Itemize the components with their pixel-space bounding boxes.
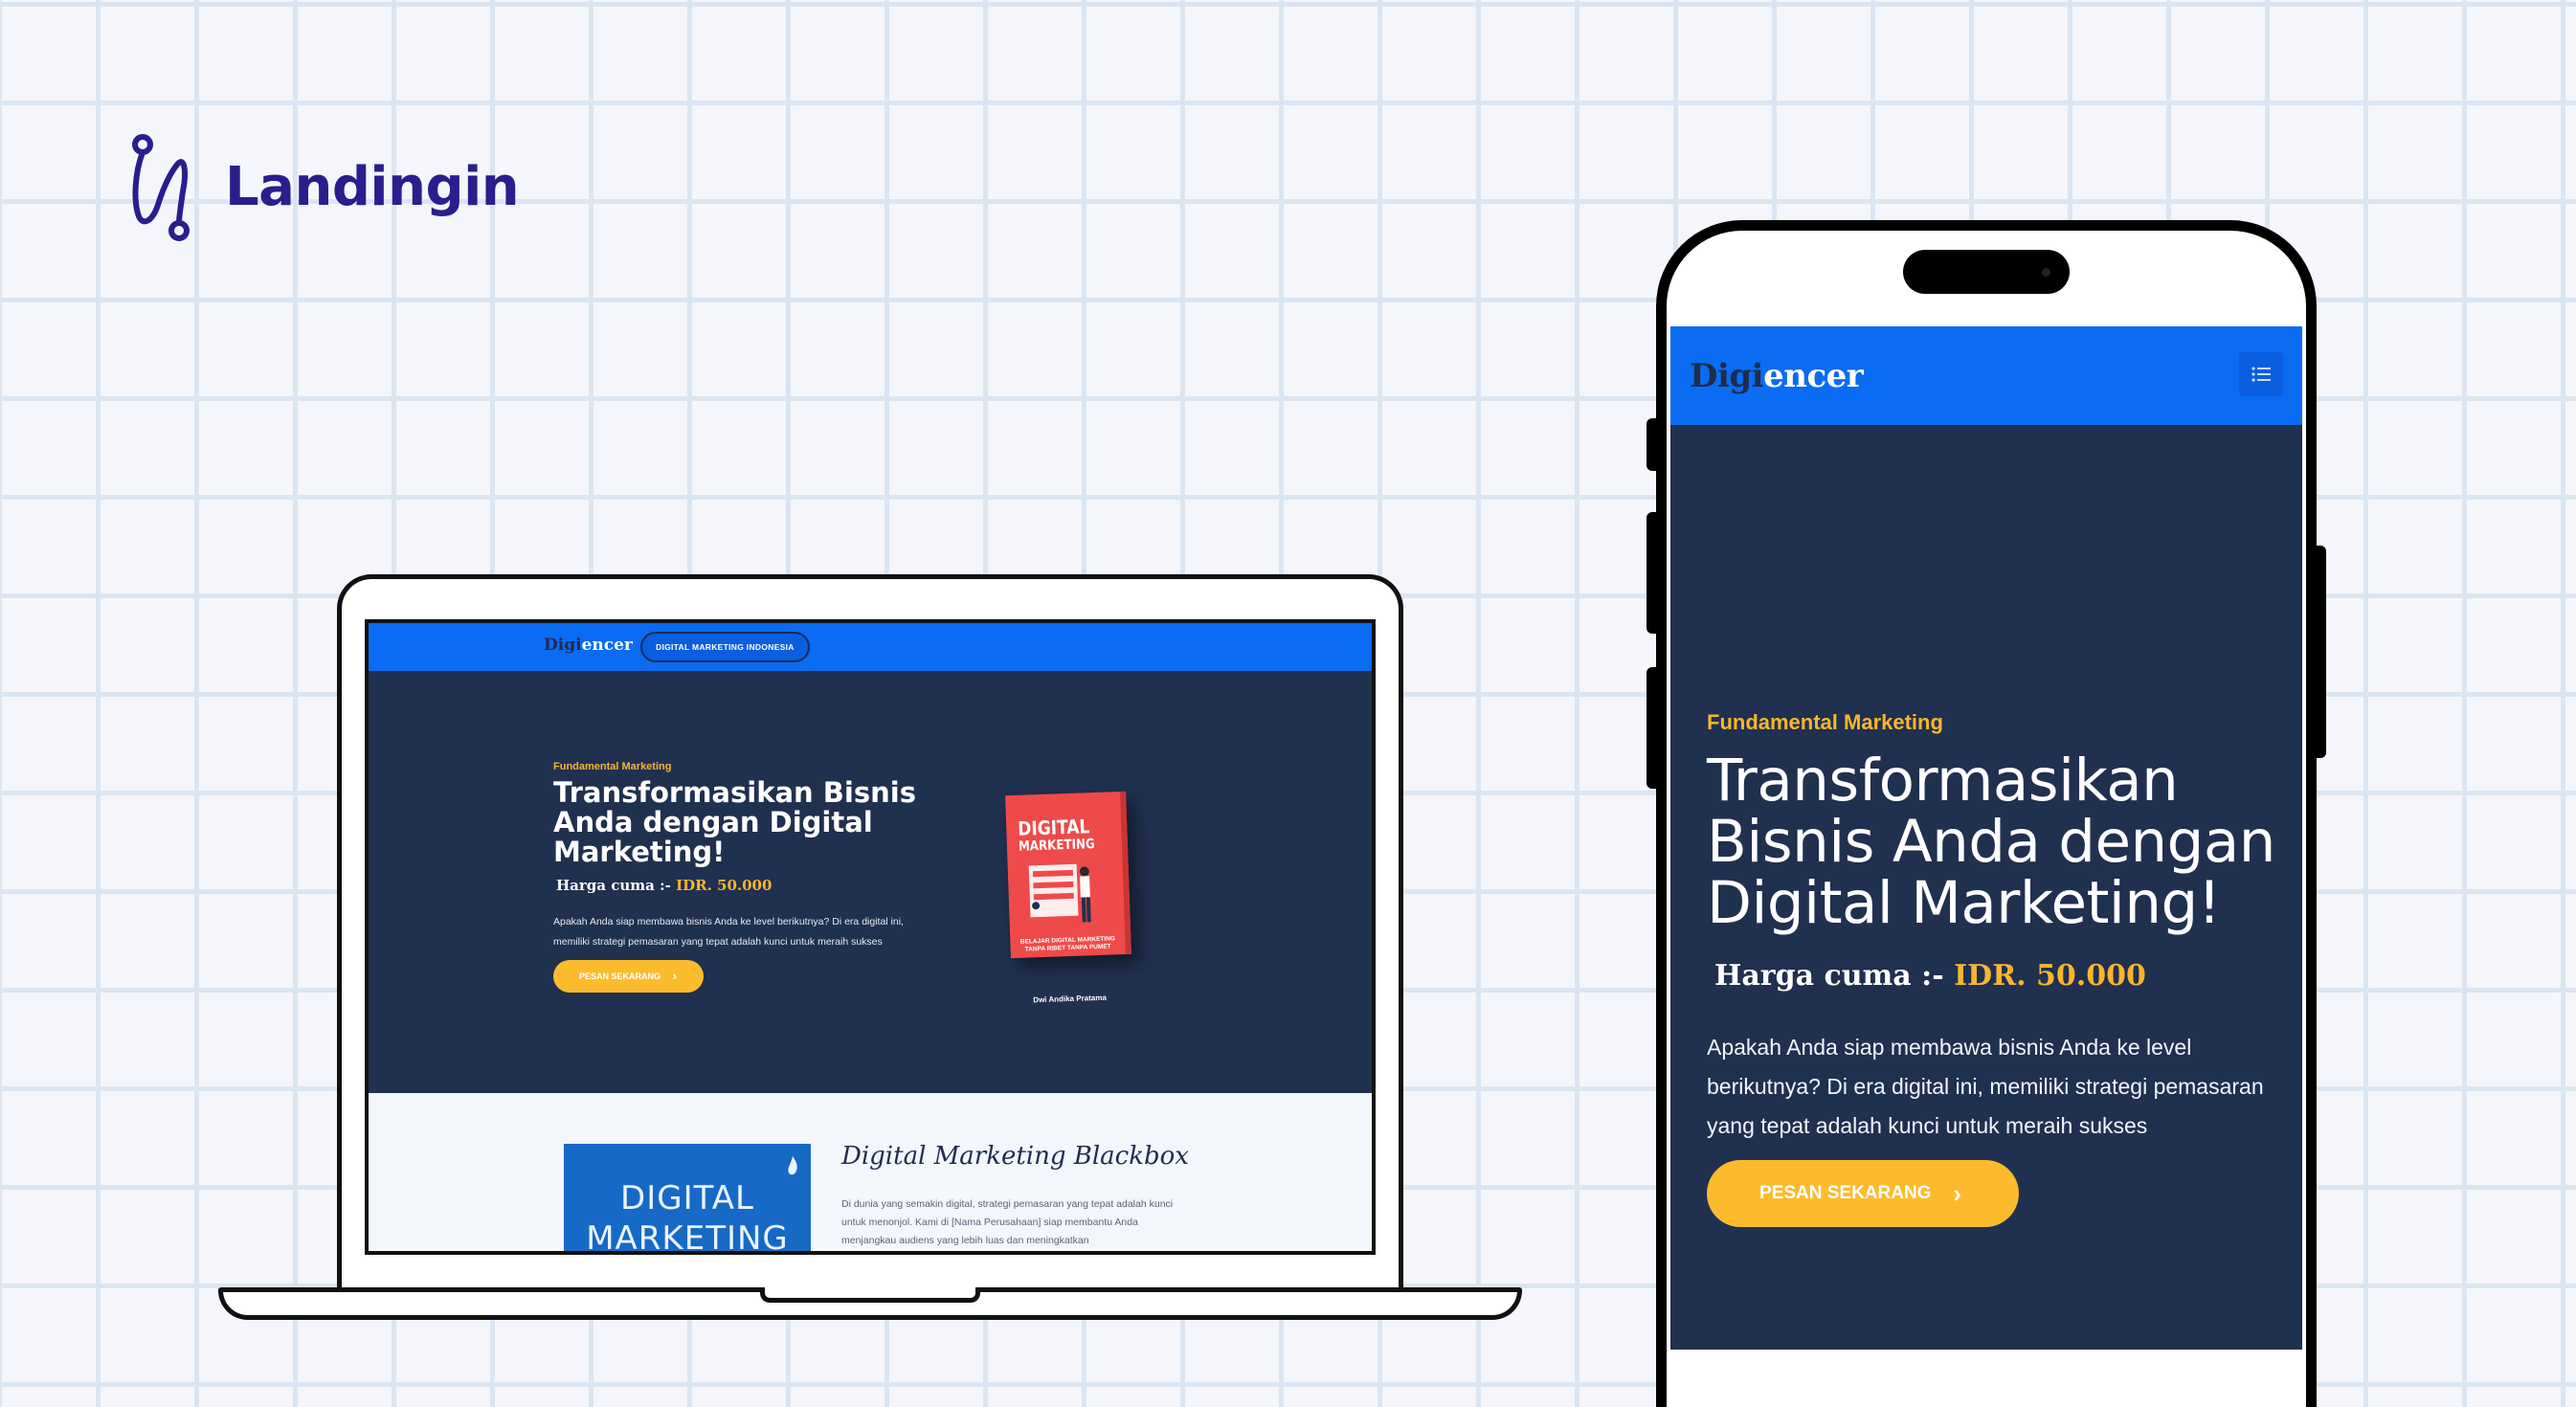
hero-kicker: Fundamental Marketing: [1707, 710, 1943, 734]
phone-hero: Fundamental Marketing Transformasikan Bi…: [1670, 425, 2302, 1350]
hero-price: Harga cuma :- IDR. 50.000: [556, 877, 772, 894]
price-value: IDR. 50.000: [1954, 959, 2146, 993]
phone-screen: Digiencer Fundamental Marketing Transfor…: [1670, 326, 2302, 1375]
hero-description: Apakah Anda siap membawa bisnis Anda ke …: [553, 916, 904, 948]
hero-title: Transformasikan Bisnis Anda dengan Digit…: [553, 776, 916, 868]
digital-marketing-image: DIGITAL MARKETING: [564, 1144, 811, 1255]
site-logo[interactable]: Digiencer: [544, 636, 633, 655]
camera-icon: [2042, 268, 2050, 277]
logo-part-2: encer: [1763, 357, 1864, 395]
flame-icon: [788, 1156, 797, 1175]
book-title: DIGITAL MARKETING: [1018, 815, 1096, 857]
book-subtitle: BELAJAR DIGITAL MARKETING TANPA RIBET TA…: [1019, 935, 1116, 953]
brand-name: Landingin: [225, 156, 520, 218]
price-value: IDR. 50.000: [676, 877, 773, 894]
price-label: Harga cuma :-: [1714, 959, 1944, 993]
hero-kicker: Fundamental Marketing: [553, 761, 672, 772]
book-illustration-icon: [1028, 863, 1091, 923]
laptop-hero: Fundamental Marketing Transformasikan Bi…: [369, 671, 1372, 1093]
order-now-label: PESAN SEKARANG: [1759, 1183, 1932, 1203]
image-caption-line-1: DIGITAL: [620, 1179, 754, 1217]
phone-navbar: Digiencer: [1670, 326, 2302, 425]
price-label: Harga cuma :-: [556, 877, 671, 894]
order-now-button[interactable]: PESAN SEKARANG ›: [553, 960, 704, 993]
menu-toggle-button[interactable]: [2239, 352, 2283, 396]
site-logo-mobile[interactable]: Digiencer: [1690, 357, 1864, 395]
list-icon: [2251, 367, 2271, 382]
nav-pill-digital-marketing[interactable]: DIGITAL MARKETING INDONESIA: [640, 632, 810, 662]
book-title-line-2: MARKETING: [1018, 837, 1096, 855]
chevron-right-icon: ›: [672, 969, 677, 983]
laptop-notch: [760, 1287, 980, 1303]
landingin-logo-icon: [132, 133, 190, 241]
laptop-screen: Digiencer DIGITAL MARKETING INDONESIA Fu…: [365, 619, 1376, 1255]
chevron-right-icon: ›: [1953, 1179, 1961, 1208]
phone-dynamic-island: [1903, 250, 2070, 294]
section-heading: Digital Marketing Blackbox: [841, 1142, 1189, 1171]
logo-part-1: Digi: [544, 636, 582, 655]
image-caption: DIGITAL MARKETING: [564, 1178, 811, 1255]
logo-part-2: encer: [581, 636, 633, 655]
hero-description: Apakah Anda siap membawa bisnis Anda ke …: [1707, 1035, 2264, 1138]
ebook-cover: DIGITAL MARKETING BELAJAR DIGITAL MARKET…: [1005, 791, 1131, 1004]
section-paragraph: Di dunia yang semakin digital, strategi …: [841, 1198, 1174, 1246]
hero-price: Harga cuma :- IDR. 50.000: [1714, 959, 2146, 993]
landingin-brand[interactable]: Landingin: [129, 132, 520, 242]
laptop-navbar: Digiencer DIGITAL MARKETING INDONESIA: [369, 623, 1372, 671]
order-now-button[interactable]: PESAN SEKARANG ›: [1707, 1160, 2019, 1227]
hero-title: Transformasikan Bisnis Anda dengan Digit…: [1707, 747, 2275, 937]
logo-part-1: Digi: [1690, 357, 1764, 395]
order-now-label: PESAN SEKARANG: [579, 972, 661, 981]
book-author: Dwi Andika Pratama: [1033, 993, 1107, 1005]
image-caption-line-2: MARKETING: [586, 1219, 789, 1255]
